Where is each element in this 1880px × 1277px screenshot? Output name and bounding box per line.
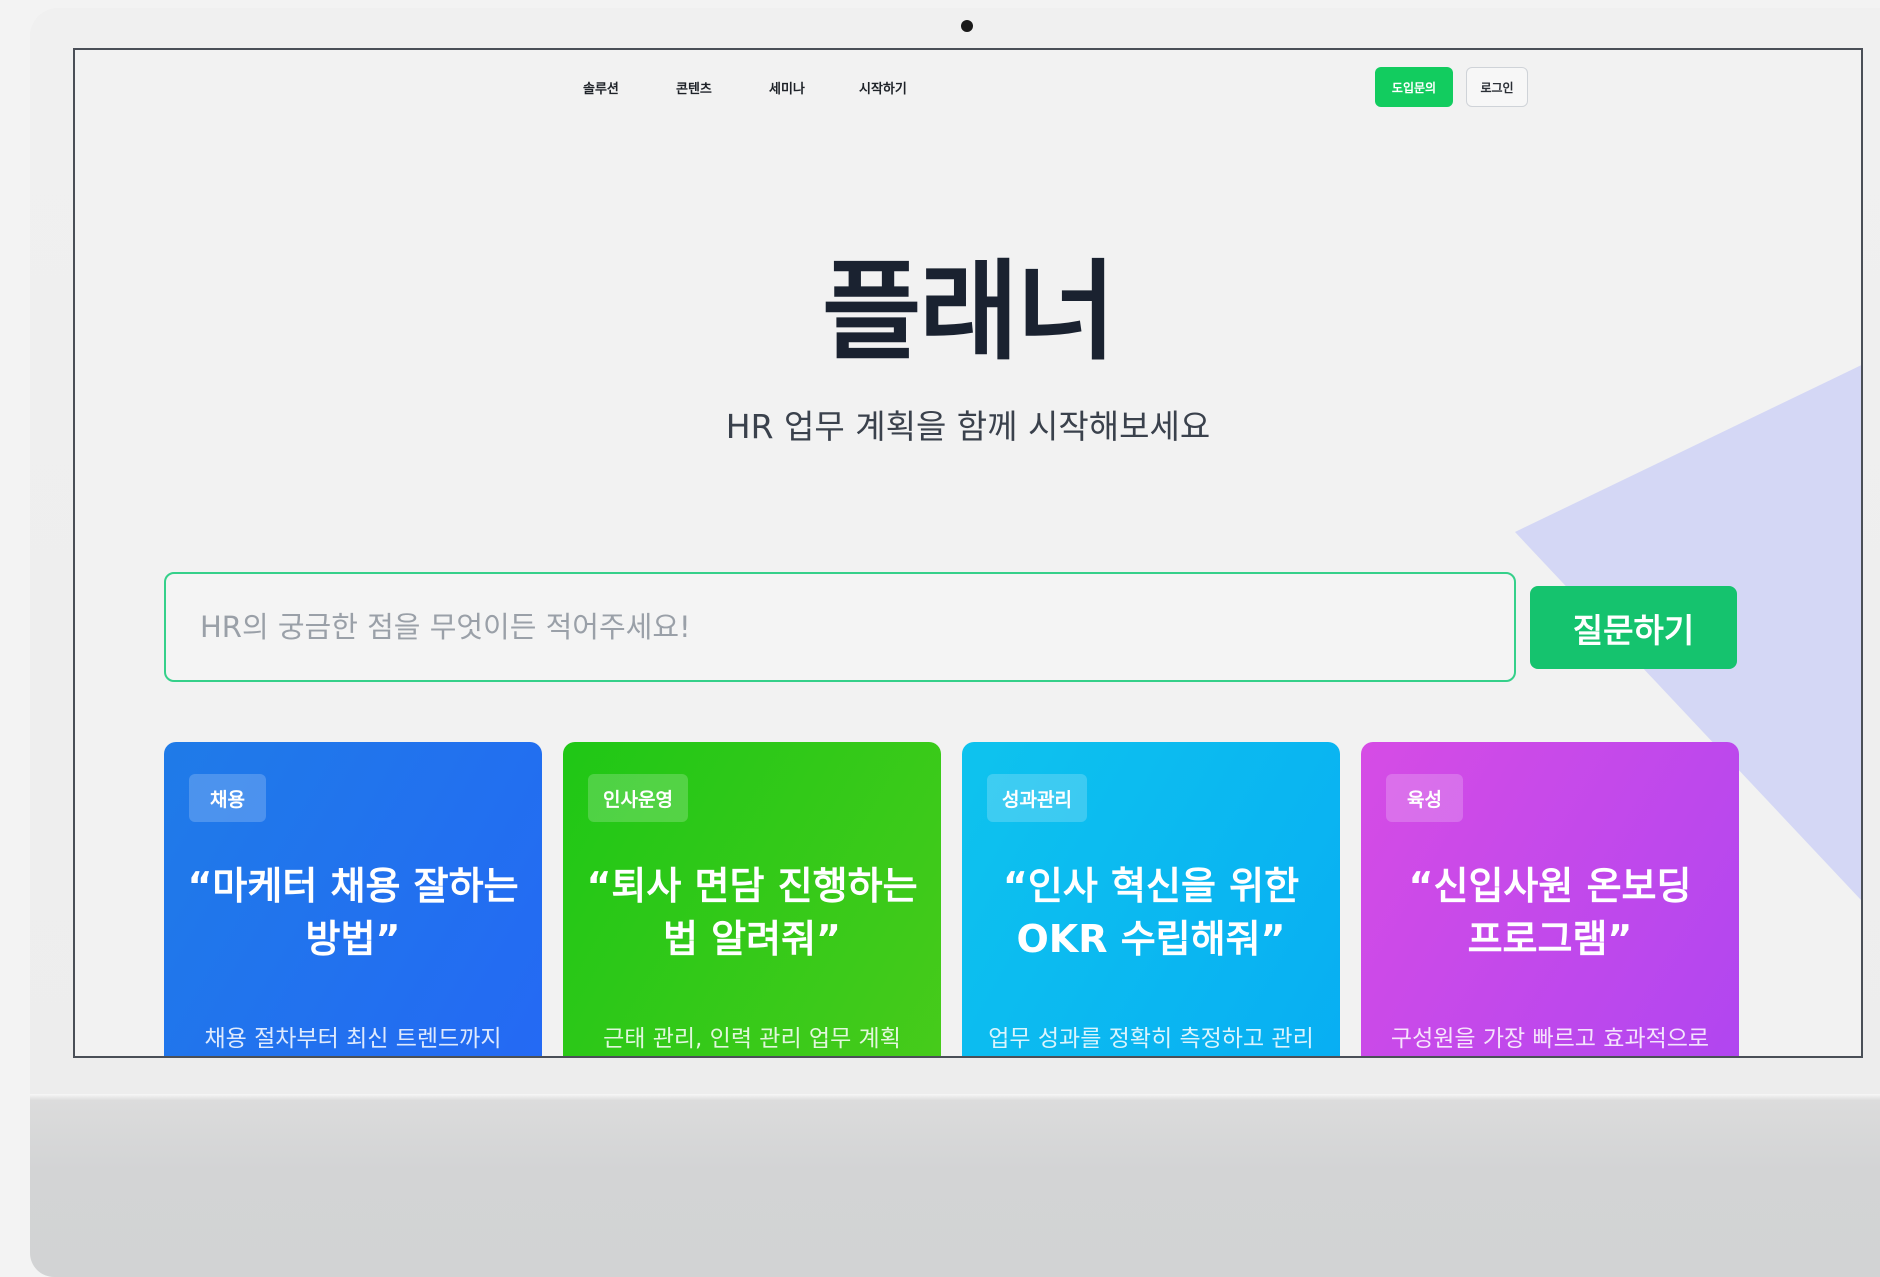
card-badge: 채용 <box>189 774 266 822</box>
card-hr-operations[interactable]: 인사운영 “퇴사 면담 진행하는 법 알려줘” 근태 관리, 인력 관리 업무 … <box>563 742 941 1056</box>
card-badge: 육성 <box>1386 774 1463 822</box>
monitor-divider <box>30 1094 1880 1100</box>
page-subtitle: HR 업무 계획을 함께 시작해보세요 <box>725 407 1211 446</box>
card-title-line: “인사 혁신을 위한 <box>1002 864 1300 908</box>
card-performance[interactable]: 성과관리 “인사 혁신을 위한 OKR 수립해줘” 업무 성과를 정확히 측정하… <box>962 742 1340 1056</box>
card-development[interactable]: 육성 “신입사원 온보딩 프로그램” 구성원을 가장 빠르고 효과적으로 <box>1361 742 1739 1056</box>
login-button[interactable]: 로그인 <box>1466 67 1528 107</box>
nav-seminar[interactable]: 세미나 <box>769 78 805 97</box>
card-title-line: 방법” <box>305 917 401 961</box>
card-description: 업무 성과를 정확히 측정하고 관리 <box>988 1026 1314 1052</box>
ask-button[interactable]: 질문하기 <box>1530 586 1737 669</box>
card-description: 근태 관리, 인력 관리 업무 계획 <box>603 1026 901 1052</box>
card-badge: 인사운영 <box>588 774 688 822</box>
card-description: 구성원을 가장 빠르고 효과적으로 <box>1390 1026 1710 1052</box>
card-description: 채용 절차부터 최신 트렌드까지 <box>204 1026 502 1052</box>
inquiry-button[interactable]: 도입문의 <box>1375 67 1453 107</box>
card-title: “퇴사 면담 진행하는 법 알려줘” <box>575 860 929 966</box>
card-title-line: OKR 수립해줘” <box>1016 917 1286 961</box>
screen: 솔루션 콘텐츠 세미나 시작하기 도입문의 로그인 플래너 HR 업무 계획을 … <box>73 48 1863 1058</box>
page-title: 플래너 <box>821 250 1116 375</box>
card-title: “신입사원 온보딩 프로그램” <box>1373 860 1727 966</box>
nav-get-started[interactable]: 시작하기 <box>859 78 907 97</box>
card-badge: 성과관리 <box>987 774 1087 822</box>
card-recruiting[interactable]: 채용 “마케터 채용 잘하는 방법” 채용 절차부터 최신 트렌드까지 <box>164 742 542 1056</box>
card-title-line: “마케터 채용 잘하는 <box>187 864 519 908</box>
question-input[interactable] <box>164 572 1516 682</box>
card-title-line: 법 알려줘” <box>662 917 842 961</box>
monitor-chin <box>30 1098 1880 1277</box>
card-title-line: 프로그램” <box>1467 917 1633 961</box>
nav-solutions[interactable]: 솔루션 <box>583 78 619 97</box>
nav-contents[interactable]: 콘텐츠 <box>676 78 712 97</box>
card-title: “마케터 채용 잘하는 방법” <box>176 860 530 966</box>
card-title-line: “신입사원 온보딩 <box>1408 864 1692 908</box>
camera-icon <box>961 20 973 32</box>
card-title: “인사 혁신을 위한 OKR 수립해줘” <box>974 860 1328 966</box>
card-title-line: “퇴사 면담 진행하는 <box>586 864 918 908</box>
